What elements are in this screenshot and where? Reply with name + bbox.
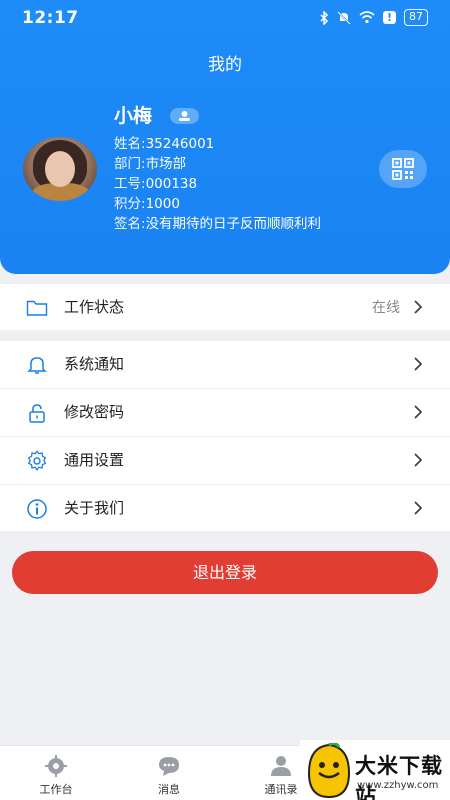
folder-icon	[26, 300, 48, 316]
tab-label: 工作台	[39, 783, 73, 796]
user-badge-icon	[170, 108, 199, 124]
menu-item-change-password[interactable]: 修改密码	[0, 389, 450, 435]
menu-item-label: 关于我们	[64, 499, 125, 517]
work-status-value: 在线	[372, 300, 400, 316]
workbench-icon	[45, 755, 67, 777]
chevron-right-icon	[414, 405, 423, 419]
tab-label: 消息	[158, 783, 180, 796]
alert-icon: !	[383, 11, 396, 24]
message-icon	[159, 757, 179, 776]
watermark-url: www.zzhyw.com	[357, 780, 439, 791]
tab-workbench[interactable]: 工作台	[11, 746, 101, 800]
watermark: 大米下载站 www.zzhyw.com	[300, 740, 450, 800]
menu-item-about-us[interactable]: 关于我们	[0, 485, 450, 531]
status-time: 12:17	[22, 8, 79, 28]
wifi-icon	[359, 11, 375, 24]
menu-item-label: 系统通知	[64, 355, 125, 373]
user-name: 小梅	[114, 105, 153, 127]
bell-icon	[27, 357, 47, 374]
menu-item-notifications[interactable]: 系统通知	[0, 341, 450, 387]
chevron-right-icon	[414, 300, 423, 314]
qr-code-icon	[392, 158, 414, 180]
info-employee-id: 工号:000138	[114, 176, 198, 192]
lock-icon	[29, 404, 45, 423]
bluetooth-icon	[320, 10, 329, 25]
settings-menu-card: 系统通知 修改密码 通用设置 关于我们	[0, 341, 450, 531]
logout-button[interactable]: 退出登录	[12, 551, 438, 594]
avatar[interactable]	[23, 137, 97, 201]
page-title: 我的	[208, 55, 242, 75]
info-signature: 签名:没有期待的日子反而顺顺利利	[114, 216, 322, 232]
info-points: 积分:1000	[114, 196, 180, 212]
work-status-label: 工作状态	[64, 298, 125, 316]
info-department: 部门:市场部	[114, 156, 187, 172]
gear-icon	[27, 450, 47, 471]
menu-item-general-settings[interactable]: 通用设置	[0, 437, 450, 483]
status-bar: 12:17 ! 87	[0, 0, 450, 36]
contacts-icon	[271, 756, 291, 776]
info-name: 姓名:35246001	[114, 136, 215, 152]
tab-messages[interactable]: 消息	[124, 746, 214, 800]
menu-item-label: 修改密码	[64, 403, 125, 421]
chevron-right-icon	[414, 453, 423, 467]
mute-icon	[337, 10, 351, 25]
chevron-right-icon	[414, 501, 423, 515]
work-status-row[interactable]: 工作状态 在线	[0, 284, 450, 330]
watermark-logo	[307, 743, 351, 799]
battery-icon: 87	[404, 9, 428, 26]
qr-code-button[interactable]	[379, 150, 427, 188]
work-status-card: 工作状态 在线	[0, 284, 450, 330]
watermark-title: 大米下载站	[355, 754, 443, 800]
info-icon	[27, 499, 47, 519]
menu-item-label: 通用设置	[64, 451, 125, 469]
chevron-right-icon	[414, 357, 423, 371]
status-icons: ! 87	[319, 9, 428, 26]
